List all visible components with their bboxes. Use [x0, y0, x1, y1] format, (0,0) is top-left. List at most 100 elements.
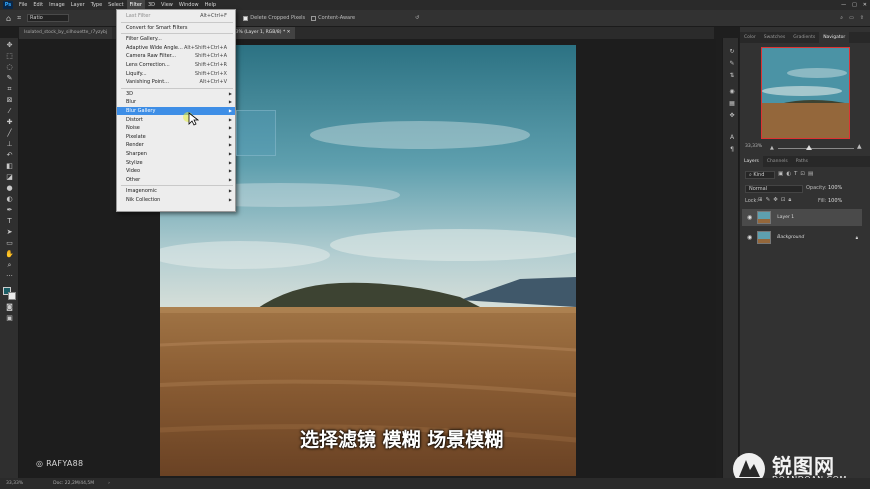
move-tool-icon[interactable]: ✥	[4, 41, 15, 50]
screen-mode-icon[interactable]: ▣	[4, 314, 15, 323]
delete-cropped-checkbox[interactable]: Delete Cropped Pixels	[243, 15, 305, 21]
filter-menu-item[interactable]: Noise ▶	[117, 124, 235, 132]
filter-menu-item[interactable]: Other ▶	[117, 176, 235, 184]
filter-menu-item[interactable]: Sharpen ▶	[117, 150, 235, 158]
filter-menu-item[interactable]: Imagenomic ▶	[117, 187, 235, 195]
layer-filter-select[interactable]: ⌕ Kind	[745, 171, 775, 179]
opacity-value[interactable]: 100%	[828, 185, 842, 191]
background-color-swatch[interactable]	[8, 292, 16, 300]
share-icon[interactable]: ⇪	[860, 15, 864, 21]
filter-menu-item[interactable]: Blur Gallery ▶	[117, 107, 235, 115]
status-zoom[interactable]: 33,33%	[6, 481, 23, 486]
filter-menu-item[interactable]: Liquify... Shift+Ctrl+X	[117, 70, 235, 78]
more-tools-icon[interactable]: ···	[4, 272, 15, 281]
dodge-tool-icon[interactable]: ◐	[4, 195, 15, 204]
properties-icon[interactable]: ◉	[727, 88, 737, 97]
menu-layer[interactable]: Layer	[68, 0, 88, 10]
layer-row[interactable]: ◉ Background 🔒︎	[742, 229, 862, 246]
reset-icon[interactable]: ↺	[415, 15, 419, 21]
filter-menu-item[interactable]: Lens Correction... Shift+Ctrl+R	[117, 61, 235, 69]
crop-tool-icon[interactable]: ⌗	[17, 14, 21, 23]
document-tab[interactable]: Isolated_stock_by_silhouette_r7yzybj	[19, 27, 113, 39]
pen-tool-icon[interactable]: ✒	[4, 206, 15, 215]
navigator-preview[interactable]	[761, 47, 850, 139]
filter-menu-item[interactable]: Filter Gallery...	[117, 35, 235, 43]
filter-menu-item[interactable]: Nik Collection ▶	[117, 196, 235, 204]
navigator-zoom-slider[interactable]	[778, 148, 854, 149]
photoshop-logo-icon[interactable]: Ps	[3, 1, 13, 9]
layer-filter-icons[interactable]: ▣◐T⊡▤	[778, 171, 816, 177]
search-icon[interactable]: ⌕	[840, 15, 843, 21]
filter-menu-item[interactable]: Stylize ▶	[117, 159, 235, 167]
fill-value[interactable]: 100%	[828, 198, 842, 204]
layer-name[interactable]: Background	[777, 235, 804, 240]
eyedropper-tool-icon[interactable]: ⁄	[4, 107, 15, 116]
menu-file[interactable]: File	[16, 0, 30, 10]
quick-select-tool-icon[interactable]: ✎	[4, 74, 15, 83]
home-icon[interactable]: ⌂	[6, 14, 11, 23]
tab-layers[interactable]: Layers	[740, 156, 763, 167]
close-tab-icon[interactable]: ✕	[287, 30, 291, 35]
paragraph-icon[interactable]: ¶	[727, 146, 737, 155]
type-tool-icon[interactable]: T	[4, 217, 15, 226]
character-icon[interactable]: A	[727, 134, 737, 143]
lock-icons[interactable]: ⊞✎✥⊡🔒︎	[758, 197, 794, 204]
filter-menu-item[interactable]: Last Filter Alt+Ctrl+F	[117, 12, 235, 20]
hand-tool-icon[interactable]: ✋	[4, 250, 15, 259]
brush-settings-icon[interactable]: ✎	[727, 60, 737, 69]
filter-menu-item[interactable]: 3D ▶	[117, 90, 235, 98]
menu-type[interactable]: Type	[88, 0, 105, 10]
layer-name[interactable]: Layer 1	[777, 215, 794, 220]
workspace-icon[interactable]: ▭	[849, 15, 854, 21]
zoom-in-icon[interactable]: ▲	[857, 143, 862, 150]
close-icon[interactable]: ✕	[860, 0, 870, 10]
filter-menu-item[interactable]: Distort ▶	[117, 116, 235, 124]
crop-ratio-select[interactable]: Ratio	[27, 14, 70, 22]
filter-menu-item[interactable]: Camera Raw Filter... Shift+Ctrl+A	[117, 52, 235, 60]
brush-tool-icon[interactable]: ╱	[4, 129, 15, 138]
healing-brush-icon[interactable]: ✚	[4, 118, 15, 127]
menu-image[interactable]: Image	[46, 0, 68, 10]
tab-paths[interactable]: Paths	[792, 156, 812, 167]
marquee-tool-icon[interactable]: ⬚	[4, 52, 15, 61]
blend-mode-select[interactable]: Normal	[745, 185, 803, 193]
filter-menu-item[interactable]: Adaptive Wide Angle... Alt+Shift+Ctrl+A	[117, 44, 235, 52]
adjustments-icon[interactable]: ⇅	[727, 72, 737, 81]
tab-navigator[interactable]: Navigator	[819, 32, 850, 43]
crop-tool-icon[interactable]: ⌗	[4, 85, 15, 94]
layer-row[interactable]: ◉ Layer 1	[742, 209, 862, 226]
clone-stamp-icon[interactable]: ⊥	[4, 140, 15, 149]
visibility-eye-icon[interactable]: ◉	[747, 214, 752, 221]
blur-tool-icon[interactable]: ●	[4, 184, 15, 193]
zoom-tool-icon[interactable]: ⌕	[4, 261, 15, 270]
paths-panel-icon[interactable]: ✥	[727, 112, 737, 121]
history-brush-icon[interactable]: ↶	[4, 151, 15, 160]
gradient-tool-icon[interactable]: ◪	[4, 173, 15, 182]
path-select-icon[interactable]: ➤	[4, 228, 15, 237]
quick-mask-icon[interactable]: ◙	[4, 303, 15, 312]
visibility-eye-icon[interactable]: ◉	[747, 234, 752, 241]
tab-gradients[interactable]: Gradients	[789, 32, 819, 43]
navigator-zoom-value[interactable]: 33,33%	[745, 144, 762, 149]
filter-menu-item[interactable]: Render ▶	[117, 141, 235, 149]
content-aware-checkbox[interactable]: Content-Aware	[311, 15, 355, 21]
filter-menu-item[interactable]: Blur ▶	[117, 98, 235, 106]
filter-menu-item[interactable]: Pixelate ▶	[117, 133, 235, 141]
status-arrow-icon[interactable]: ›	[108, 481, 110, 486]
zoom-slider-handle[interactable]	[806, 145, 812, 150]
frame-tool-icon[interactable]: ⊠	[4, 96, 15, 105]
filter-menu-item[interactable]: Convert for Smart Filters	[117, 24, 235, 32]
eraser-tool-icon[interactable]: ◧	[4, 162, 15, 171]
libraries-icon[interactable]: ▦	[727, 100, 737, 109]
zoom-out-icon[interactable]: ▲	[770, 145, 776, 151]
menu-edit[interactable]: Edit	[30, 0, 46, 10]
tab-color[interactable]: Color	[740, 32, 760, 43]
filter-menu-item[interactable]: Video ▶	[117, 167, 235, 175]
maximize-icon[interactable]: □	[849, 0, 860, 10]
history-panel-icon[interactable]: ↻	[727, 48, 737, 57]
tab-swatches[interactable]: Swatches	[760, 32, 790, 43]
minimize-icon[interactable]: —	[838, 0, 849, 10]
filter-menu-item[interactable]: Vanishing Point... Alt+Ctrl+V	[117, 78, 235, 86]
shape-tool-icon[interactable]: ▭	[4, 239, 15, 248]
tab-channels[interactable]: Channels	[763, 156, 792, 167]
